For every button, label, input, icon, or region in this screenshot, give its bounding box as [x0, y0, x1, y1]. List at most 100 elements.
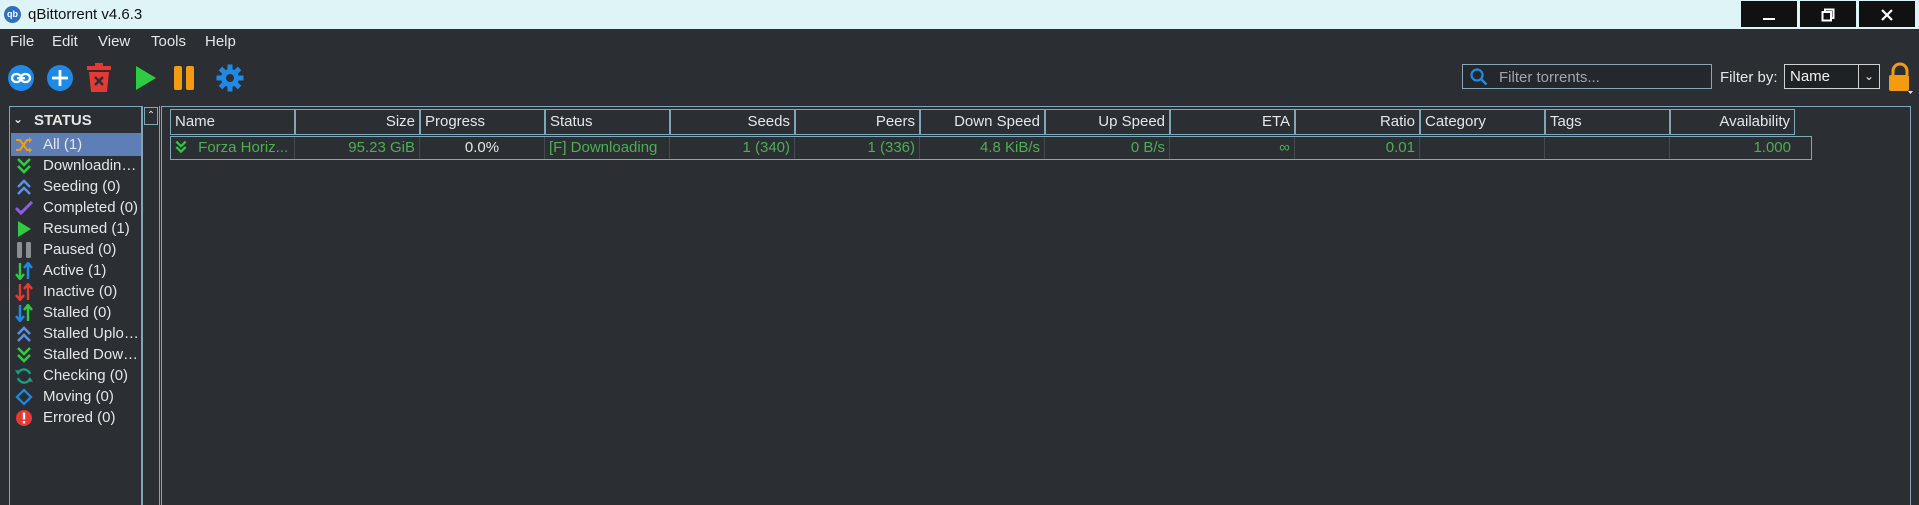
add-link-icon[interactable]	[6, 63, 36, 93]
stalled-icon	[15, 304, 33, 322]
stalled-downloading-icon	[17, 347, 31, 363]
filter-torrents-input[interactable]	[1497, 67, 1706, 88]
sidebar-item-seeding[interactable]: Seeding (0)	[11, 175, 141, 198]
sidebar-item-inactive[interactable]: Inactive (0)	[11, 280, 141, 303]
moving-icon	[15, 388, 33, 406]
sidebar-item-downloading[interactable]: Downloading (1)	[11, 154, 142, 177]
column-header-eta[interactable]: ETA	[1170, 109, 1295, 135]
app-icon: qb	[4, 6, 21, 23]
column-header-category[interactable]: Category	[1420, 109, 1545, 135]
sidebar-item-label: Errored (0)	[43, 409, 116, 426]
sidebar-item-label: Downloading (1)	[43, 157, 142, 174]
column-header-tags[interactable]: Tags	[1545, 109, 1670, 135]
all-icon	[16, 137, 32, 153]
cell-availability: 1.000	[1753, 139, 1791, 156]
sidebar-item-stalled[interactable]: Stalled (0)	[11, 301, 141, 324]
pause-icon[interactable]	[169, 63, 199, 93]
sidebar-item-label: Moving (0)	[43, 388, 114, 405]
sidebar-item-label: Paused (0)	[43, 241, 117, 258]
window-title: qBittorrent v4.6.3	[28, 6, 143, 23]
status-header[interactable]: ⌄ STATUS	[10, 107, 141, 133]
menu-file[interactable]: File	[10, 33, 34, 50]
sidebar-item-label: Stalled Downloading (0)	[43, 346, 141, 363]
cell-category	[1420, 137, 1545, 159]
active-icon	[15, 262, 33, 280]
menu-bar: File Edit View Tools Help	[0, 30, 1919, 54]
close-button[interactable]	[1859, 1, 1915, 27]
cell-seeds: 1 (340)	[670, 137, 795, 159]
sidebar-item-checking[interactable]: Checking (0)	[11, 364, 141, 387]
menu-tools[interactable]: Tools	[151, 33, 186, 50]
column-header-name[interactable]: Name	[170, 109, 295, 135]
column-header-peers[interactable]: Peers	[795, 109, 920, 135]
torrent-name: Forza Horiz...	[198, 139, 289, 156]
sidebar-item-stalled-downloading[interactable]: Stalled Downloading (0)	[11, 343, 141, 366]
stalled-uploading-icon	[17, 326, 31, 342]
sidebar-item-all[interactable]: All (1)	[11, 133, 141, 156]
filter-by-value: Name	[1790, 68, 1831, 85]
sidebar-item-label: Checking (0)	[43, 367, 129, 384]
downloading-icon	[17, 158, 31, 174]
sidebar-item-paused[interactable]: Paused (0)	[11, 238, 141, 261]
cell-ratio: 0.01	[1295, 137, 1420, 159]
sidebar-item-completed[interactable]: Completed (0)	[11, 196, 141, 219]
column-header-status[interactable]: Status	[545, 109, 670, 135]
title-bar: qb qBittorrent v4.6.3	[0, 0, 1919, 29]
cell-tags	[1545, 137, 1670, 159]
chevron-up-icon[interactable]: ⌃	[144, 107, 158, 125]
options-icon[interactable]	[215, 63, 245, 93]
sidebar-item-stalled-uploading[interactable]: Stalled Uploading (0)	[11, 322, 141, 345]
cell-down-speed: 4.8 KiB/s	[920, 137, 1045, 159]
column-header-availability[interactable]: Availability	[1670, 109, 1795, 135]
sidebar-item-active[interactable]: Active (1)	[11, 259, 141, 282]
inactive-icon	[15, 283, 33, 301]
sidebar-item-label: Resumed (1)	[43, 220, 130, 237]
paused-icon	[17, 242, 31, 258]
status-header-label: STATUS	[34, 112, 92, 129]
cell-status: [F] Downloading	[545, 137, 670, 159]
cell-name[interactable]: Forza Horiz...	[170, 137, 295, 159]
sidebar-item-label: Completed (0)	[43, 199, 139, 216]
minimize-icon	[1763, 18, 1775, 21]
menu-view[interactable]: View	[98, 33, 130, 50]
seeding-icon	[17, 179, 31, 195]
errored-icon	[16, 410, 32, 426]
transfer-list: Name Size Progress Status Seeds Peers Do…	[161, 106, 1911, 505]
status-filter-panel: ⌄ STATUS All (1) Downloading (1) Seeding…	[9, 106, 142, 505]
delete-icon[interactable]	[84, 63, 114, 93]
cell-peers: 1 (336)	[795, 137, 920, 159]
chevron-down-icon: ⌄	[1858, 65, 1879, 88]
sidebar-item-resumed[interactable]: Resumed (1)	[11, 217, 141, 240]
sidebar-scrollbar[interactable]: ⌃	[142, 106, 160, 505]
filter-by-select[interactable]: Name ⌄	[1784, 64, 1880, 89]
search-icon	[1470, 68, 1488, 86]
column-header-down-speed[interactable]: Down Speed	[920, 109, 1045, 135]
chevron-down-icon: ⌄	[13, 112, 24, 126]
minimize-button[interactable]	[1741, 1, 1797, 27]
sidebar-item-label: Active (1)	[43, 262, 107, 279]
column-header-size[interactable]: Size	[295, 109, 420, 135]
sidebar-item-moving[interactable]: Moving (0)	[11, 385, 141, 408]
cell-up-speed: 0 B/s	[1045, 137, 1170, 159]
sidebar-item-errored[interactable]: Errored (0)	[11, 406, 141, 429]
filter-torrents-field[interactable]	[1462, 64, 1712, 89]
cell-size: 95.23 GiB	[295, 137, 420, 159]
add-torrent-icon[interactable]	[45, 63, 75, 93]
close-icon	[1881, 9, 1893, 22]
sidebar-item-label: Seeding (0)	[43, 178, 121, 195]
sidebar-item-label: Stalled Uploading (0)	[43, 325, 141, 342]
cell-progress: 0.0%	[420, 137, 545, 159]
sidebar-item-label: Stalled (0)	[43, 304, 112, 321]
filter-by-label: Filter by:	[1720, 69, 1778, 86]
cell-eta: ∞	[1170, 137, 1295, 159]
resumed-icon	[18, 221, 31, 237]
menu-edit[interactable]: Edit	[52, 33, 78, 50]
column-header-ratio[interactable]: Ratio	[1295, 109, 1420, 135]
resume-icon[interactable]	[130, 63, 160, 93]
column-header-seeds[interactable]: Seeds	[670, 109, 795, 135]
column-header-progress[interactable]: Progress	[420, 109, 545, 135]
menu-help[interactable]: Help	[205, 33, 236, 50]
lock-icon[interactable]	[1886, 62, 1914, 94]
column-header-up-speed[interactable]: Up Speed	[1045, 109, 1170, 135]
restore-button[interactable]	[1800, 1, 1856, 27]
